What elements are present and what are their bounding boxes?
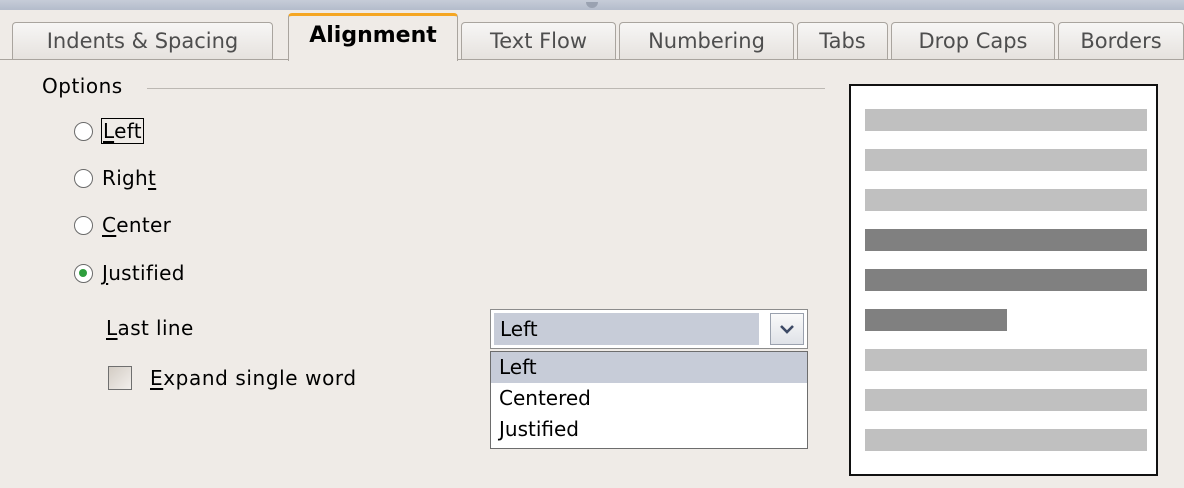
- tab-baseline: [0, 59, 1184, 60]
- dropdown-option-centered[interactable]: Centered: [491, 383, 807, 414]
- tab-alignment[interactable]: Alignment: [288, 13, 458, 61]
- tab-text-flow[interactable]: Text Flow: [461, 22, 616, 59]
- preview-line: [865, 429, 1147, 451]
- radio-justified[interactable]: Justified: [74, 256, 185, 290]
- tab-bar: Indents & Spacing Alignment Text Flow Nu…: [0, 10, 1184, 61]
- radio-left-label: Left: [101, 118, 144, 144]
- last-line-combobox[interactable]: Left: [490, 309, 808, 349]
- last-line-dropdown-list: Left Centered Justified: [490, 351, 808, 449]
- radio-right-label: Right: [102, 166, 157, 190]
- radio-left[interactable]: Left: [74, 114, 144, 148]
- preview-line: [865, 389, 1147, 411]
- radio-right-button[interactable]: [74, 168, 93, 188]
- preview-line: [865, 149, 1147, 171]
- radio-justified-label: Justified: [102, 261, 185, 285]
- preview-line: [865, 269, 1147, 291]
- radio-justified-button[interactable]: [74, 263, 93, 283]
- tab-drop-caps[interactable]: Drop Caps: [891, 22, 1055, 59]
- dropdown-option-justified[interactable]: Justified: [491, 414, 807, 445]
- preview-line: [865, 309, 1007, 331]
- preview-line: [865, 189, 1147, 211]
- dropdown-button[interactable]: [770, 313, 804, 345]
- chevron-down-icon: [780, 325, 794, 334]
- radio-right[interactable]: Right: [74, 161, 156, 195]
- top-strip: [0, 0, 1184, 10]
- options-group-title: Options: [42, 74, 123, 98]
- last-line-value[interactable]: Left: [494, 313, 759, 345]
- expand-single-word[interactable]: Expand single word: [108, 366, 357, 390]
- options-group-rule: [147, 88, 825, 89]
- preview-line: [865, 109, 1147, 131]
- tab-borders[interactable]: Borders: [1058, 22, 1184, 59]
- dropdown-option-left[interactable]: Left: [491, 352, 807, 383]
- expand-single-word-checkbox[interactable]: [108, 366, 132, 390]
- alignment-preview: [849, 84, 1158, 476]
- radio-center[interactable]: Center: [74, 208, 171, 242]
- tab-tabs[interactable]: Tabs: [797, 22, 888, 59]
- drag-notch: [586, 2, 598, 8]
- expand-single-word-label: Expand single word: [150, 366, 357, 390]
- tab-numbering[interactable]: Numbering: [619, 22, 794, 59]
- tab-indents-spacing[interactable]: Indents & Spacing: [12, 22, 273, 59]
- radio-center-label: Center: [102, 213, 172, 237]
- radio-left-button[interactable]: [74, 121, 93, 141]
- radio-center-button[interactable]: [74, 215, 93, 235]
- preview-line: [865, 229, 1147, 251]
- preview-line: [865, 349, 1147, 371]
- last-line-label: Last line: [106, 316, 194, 340]
